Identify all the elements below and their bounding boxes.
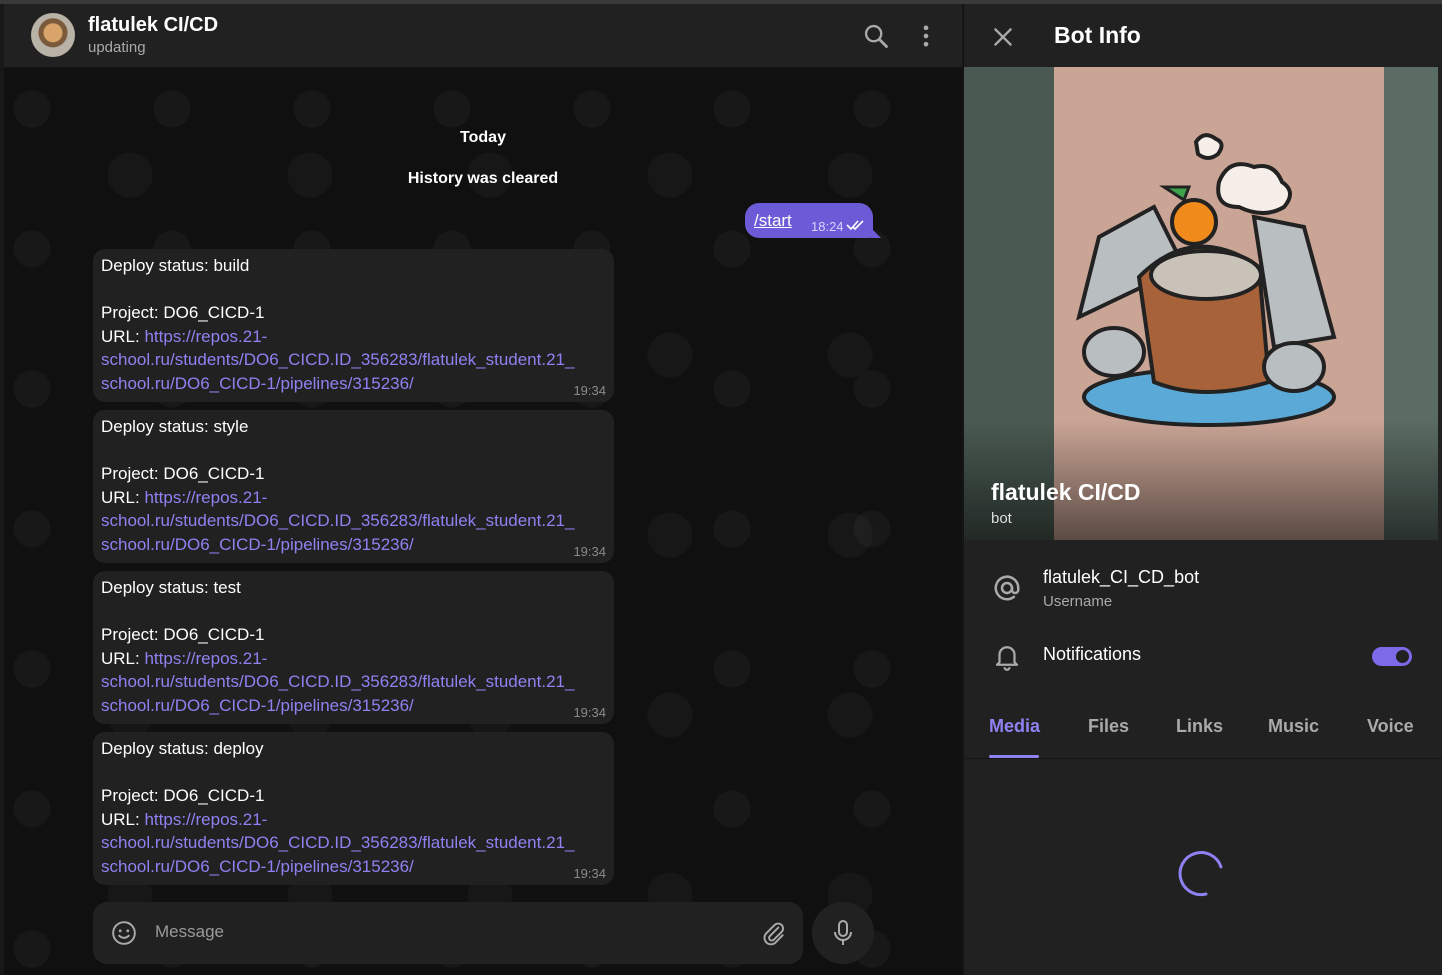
service-message: History was cleared <box>407 170 559 187</box>
notifications-row[interactable]: Notifications <box>964 634 1442 679</box>
paperclip-icon[interactable] <box>761 920 787 946</box>
bell-icon <box>995 646 1019 671</box>
active-tab-indicator <box>989 755 1039 758</box>
message-time: 19:34 <box>573 866 606 881</box>
telegram-app: flatulek CI/CD updating Today History wa… <box>0 0 1442 975</box>
more-vertical-icon[interactable] <box>912 22 940 50</box>
pipeline-link[interactable]: https://repos.21- <box>144 327 267 346</box>
message-url-line: URL: https://repos.21- <box>101 810 267 830</box>
username-value: flatulek_CI_CD_bot <box>1043 567 1200 587</box>
loading-spinner-icon <box>1178 851 1223 897</box>
notifications-label: Notifications <box>1043 644 1142 664</box>
notifications-toggle[interactable] <box>1372 647 1412 666</box>
pipeline-link-end[interactable]: school.ru/DO6_CICD-1/pipelines/315236/ <box>101 374 414 394</box>
search-icon[interactable] <box>862 22 890 50</box>
message-time: 18:24 <box>811 219 844 234</box>
chat-status: updating <box>88 39 146 56</box>
message-url-line: URL: https://repos.21- <box>101 488 267 508</box>
panel-title: Bot Info <box>1054 22 1141 48</box>
tab-links[interactable]: Links <box>1176 716 1223 737</box>
message-status-line: Deploy status: build <box>101 256 250 275</box>
close-icon[interactable] <box>990 24 1016 50</box>
url-label: URL: <box>101 488 145 507</box>
url-label: URL: <box>101 810 145 829</box>
profile-photo[interactable]: flatulek CI/CD bot <box>964 67 1438 540</box>
message-time: 19:34 <box>573 705 606 720</box>
pipeline-link-continued[interactable]: school.ru/students/DO6_CICD.ID_356283/fl… <box>101 833 574 853</box>
chat-avatar[interactable] <box>31 13 75 57</box>
bot-info-panel: Bot Info flatulek CI/CD bot flatulek_CI_… <box>963 4 1442 975</box>
command-link[interactable]: /start <box>754 211 792 231</box>
toggle-knob <box>1394 648 1411 665</box>
tab-voice[interactable]: Voice <box>1367 716 1414 737</box>
shared-media-tabs: Media Files Links Music Voice <box>964 704 1442 759</box>
voice-record-button[interactable] <box>812 902 874 964</box>
tab-music[interactable]: Music <box>1268 716 1319 737</box>
at-sign-icon <box>994 575 1020 601</box>
pipeline-link-end[interactable]: school.ru/DO6_CICD-1/pipelines/315236/ <box>101 696 414 716</box>
message-status-line: Deploy status: test <box>101 578 241 597</box>
pipeline-link[interactable]: https://repos.21- <box>144 488 267 507</box>
tab-files[interactable]: Files <box>1088 716 1129 737</box>
chat-area: flatulek CI/CD updating Today History wa… <box>4 4 962 975</box>
incoming-message[interactable]: Deploy status: build Project: DO6_CICD-1… <box>93 249 614 402</box>
incoming-message[interactable]: Deploy status: test Project: DO6_CICD-1 … <box>93 571 614 724</box>
pipeline-link[interactable]: https://repos.21- <box>144 810 267 829</box>
message-time: 19:34 <box>573 383 606 398</box>
profile-type: bot <box>991 510 1012 527</box>
message-composer[interactable]: Message <box>93 902 803 964</box>
chat-header[interactable]: flatulek CI/CD updating <box>4 4 962 68</box>
pipeline-link-end[interactable]: school.ru/DO6_CICD-1/pipelines/315236/ <box>101 857 414 877</box>
incoming-message[interactable]: Deploy status: style Project: DO6_CICD-1… <box>93 410 614 563</box>
message-project-line: Project: DO6_CICD-1 <box>101 786 265 805</box>
profile-name: flatulek CI/CD <box>991 479 1141 505</box>
microphone-icon <box>834 920 852 945</box>
pipeline-link-continued[interactable]: school.ru/students/DO6_CICD.ID_356283/fl… <box>101 672 574 692</box>
date-separator: Today <box>460 129 506 146</box>
chat-title[interactable]: flatulek CI/CD <box>88 14 218 37</box>
incoming-message[interactable]: Deploy status: deploy Project: DO6_CICD-… <box>93 732 614 885</box>
message-url-line: URL: https://repos.21- <box>101 649 267 669</box>
url-label: URL: <box>101 327 145 346</box>
outgoing-message[interactable]: /start 18:24 <box>745 203 881 238</box>
message-project-line: Project: DO6_CICD-1 <box>101 303 265 322</box>
message-project-line: Project: DO6_CICD-1 <box>101 464 265 483</box>
tab-media[interactable]: Media <box>989 716 1040 737</box>
message-input[interactable]: Message <box>155 922 224 942</box>
pipeline-link[interactable]: https://repos.21- <box>144 649 267 668</box>
username-row[interactable]: flatulek_CI_CD_bot Username <box>964 559 1442 619</box>
pipeline-link-continued[interactable]: school.ru/students/DO6_CICD.ID_356283/fl… <box>101 511 574 531</box>
pipeline-link-end[interactable]: school.ru/DO6_CICD-1/pipelines/315236/ <box>101 535 414 555</box>
username-label: Username <box>1043 593 1113 610</box>
message-status-line: Deploy status: deploy <box>101 739 264 758</box>
message-project-line: Project: DO6_CICD-1 <box>101 625 265 644</box>
double-check-icon <box>846 220 864 231</box>
emoji-icon[interactable] <box>111 920 137 946</box>
url-label: URL: <box>101 649 145 668</box>
message-time: 19:34 <box>573 544 606 559</box>
tattoo-illustration <box>1076 133 1337 427</box>
pipeline-link-continued[interactable]: school.ru/students/DO6_CICD.ID_356283/fl… <box>101 350 574 370</box>
message-status-line: Deploy status: style <box>101 417 249 436</box>
message-url-line: URL: https://repos.21- <box>101 327 267 347</box>
